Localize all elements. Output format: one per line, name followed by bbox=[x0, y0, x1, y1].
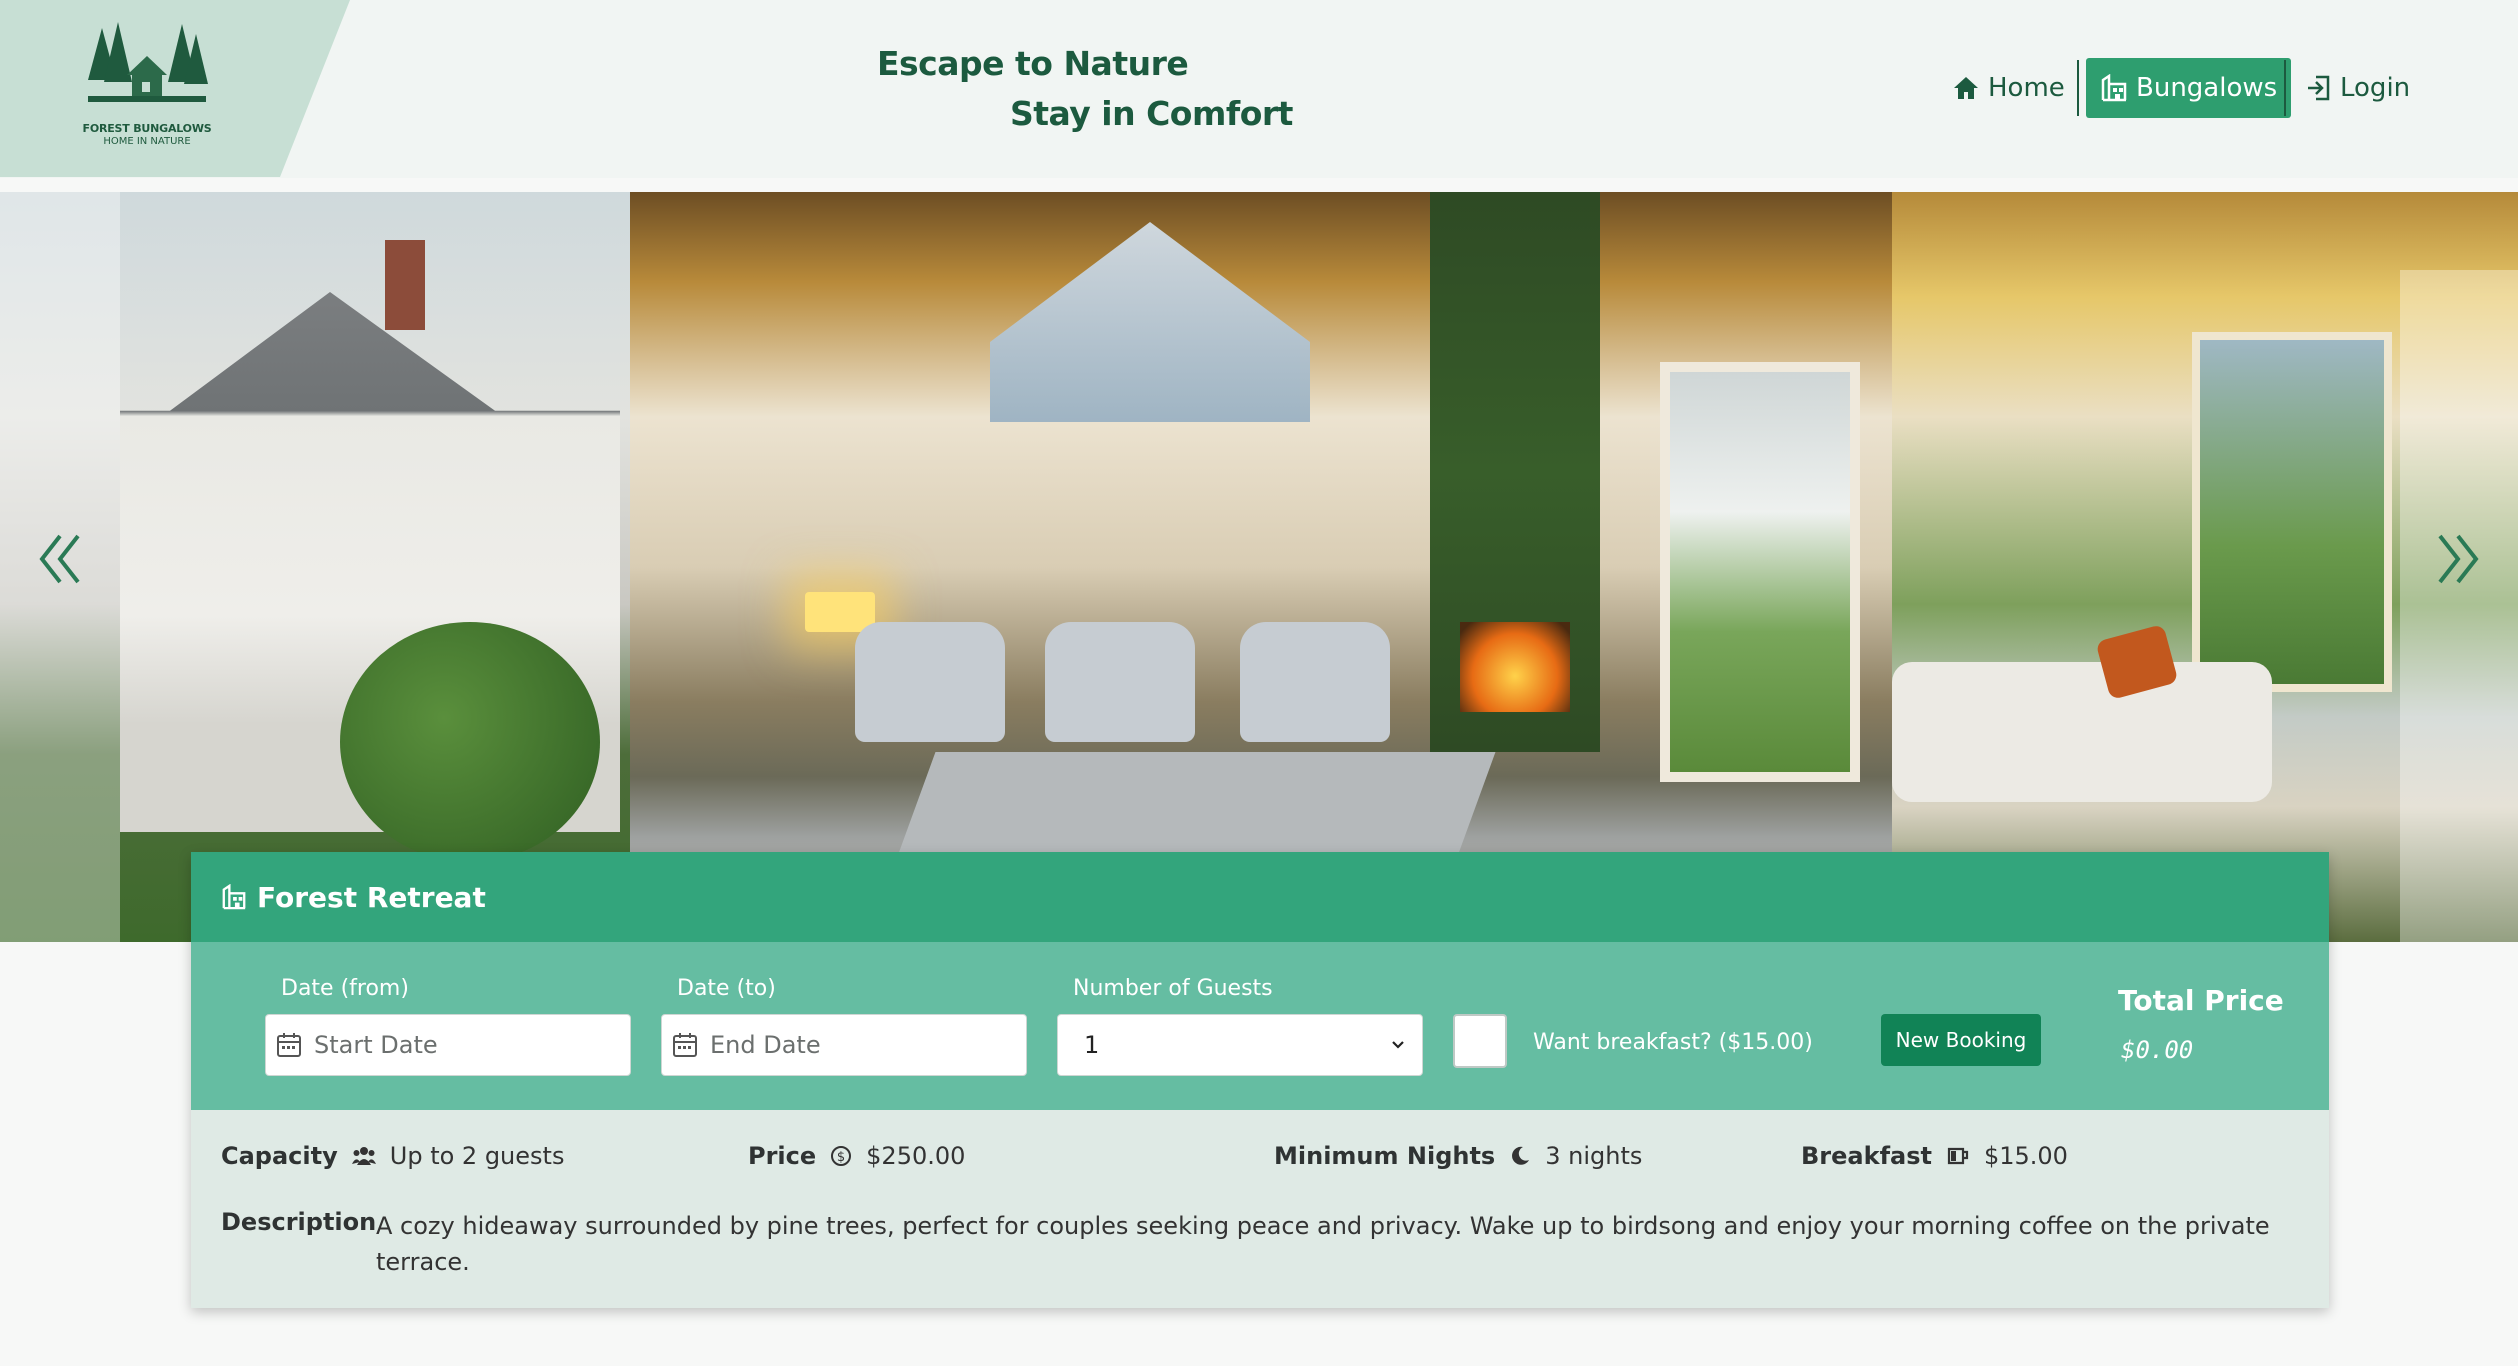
users-icon bbox=[351, 1147, 376, 1165]
capacity-detail: Capacity Up to 2 guests bbox=[221, 1142, 564, 1170]
total-price-value: $0.00 bbox=[2121, 1036, 2194, 1064]
forest-logo-icon bbox=[88, 22, 208, 102]
date-from-placeholder: Start Date bbox=[314, 1031, 438, 1059]
description-label: Description bbox=[221, 1208, 377, 1236]
tagline-primary: Escape to Nature bbox=[877, 44, 1189, 83]
chevrons-right-icon bbox=[2438, 534, 2479, 584]
nav-login[interactable]: Login bbox=[2292, 58, 2424, 118]
guests-select[interactable]: 1 bbox=[1057, 1014, 1423, 1076]
carousel-slide-living-room bbox=[630, 192, 1892, 942]
nav-divider bbox=[2077, 60, 2079, 116]
breakfast-value: $15.00 bbox=[1983, 1142, 2068, 1170]
booking-card: Forest Retreat Date (from) Start Date Da… bbox=[191, 852, 2329, 1308]
capacity-value: Up to 2 guests bbox=[389, 1142, 565, 1170]
guests-label: Number of Guests bbox=[1073, 976, 1273, 1001]
carousel-next-button[interactable] bbox=[2434, 532, 2480, 586]
image-carousel bbox=[0, 192, 2518, 942]
tagline-secondary: Stay in Comfort bbox=[1010, 94, 1293, 133]
nav-home[interactable]: Home bbox=[1938, 58, 2079, 118]
brand-title: FOREST BUNGALOWS bbox=[82, 122, 212, 135]
cup-icon bbox=[1947, 1147, 1969, 1165]
brand-subtitle: HOME IN NATURE bbox=[103, 136, 191, 147]
nav-divider bbox=[2284, 60, 2286, 116]
login-icon bbox=[2308, 75, 2330, 101]
site-header: FOREST BUNGALOWS HOME IN NATURE Escape t… bbox=[0, 0, 2518, 178]
chevron-down-icon bbox=[1392, 1041, 1404, 1049]
date-from-label: Date (from) bbox=[281, 976, 409, 1001]
nav-home-label: Home bbox=[1988, 73, 2065, 103]
date-to-input[interactable]: End Date bbox=[661, 1014, 1027, 1076]
min-nights-value: 3 nights bbox=[1545, 1142, 1643, 1170]
date-from-input[interactable]: Start Date bbox=[265, 1014, 631, 1076]
svg-text:$: $ bbox=[837, 1150, 845, 1165]
breakfast-checkbox-label: Want breakfast? ($15.00) bbox=[1533, 1030, 1813, 1055]
total-price-label: Total Price bbox=[2118, 984, 2284, 1017]
price-value: $250.00 bbox=[866, 1142, 966, 1170]
new-booking-button[interactable]: New Booking bbox=[1881, 1014, 2041, 1066]
calendar-icon bbox=[673, 1033, 697, 1057]
price-detail: Price $ $250.00 bbox=[748, 1142, 965, 1170]
chevrons-left-icon bbox=[39, 534, 80, 584]
calendar-icon bbox=[277, 1033, 301, 1057]
breakfast-detail: Breakfast $15.00 bbox=[1801, 1142, 2068, 1170]
nav-login-label: Login bbox=[2340, 73, 2411, 103]
carousel-slide-sunroom bbox=[1892, 192, 2518, 942]
price-label: Price bbox=[748, 1142, 817, 1170]
guests-value: 1 bbox=[1084, 1031, 1100, 1059]
description-text: A cozy hideaway surrounded by pine trees… bbox=[376, 1212, 2270, 1276]
capacity-label: Capacity bbox=[221, 1142, 338, 1170]
dollar-circle-icon: $ bbox=[831, 1146, 852, 1166]
building-icon bbox=[2101, 74, 2127, 102]
carousel-prev-button[interactable] bbox=[38, 532, 84, 586]
breakfast-label: Breakfast bbox=[1801, 1142, 1932, 1170]
card-header: Forest Retreat bbox=[191, 852, 2329, 942]
min-nights-label: Minimum Nights bbox=[1274, 1142, 1496, 1170]
min-nights-detail: Minimum Nights 3 nights bbox=[1274, 1142, 1642, 1170]
brand-logo[interactable]: FOREST BUNGALOWS HOME IN NATURE bbox=[82, 20, 212, 152]
date-to-placeholder: End Date bbox=[710, 1031, 821, 1059]
moon-icon bbox=[1512, 1146, 1530, 1165]
date-to-label: Date (to) bbox=[677, 976, 776, 1001]
bungalow-title: Forest Retreat bbox=[257, 880, 486, 914]
nav-bungalows-label: Bungalows bbox=[2136, 73, 2278, 103]
bungalow-details: Capacity Up to 2 guests Price $ $250.00 … bbox=[191, 1110, 2329, 1308]
nav-bungalows[interactable]: Bungalows bbox=[2086, 58, 2292, 118]
carousel-slide-house-exterior bbox=[0, 192, 630, 942]
breakfast-checkbox[interactable] bbox=[1453, 1014, 1507, 1068]
building-icon bbox=[222, 884, 246, 910]
booking-form: Date (from) Start Date Date (to) End Dat… bbox=[191, 942, 2329, 1110]
home-icon bbox=[1954, 77, 1978, 99]
